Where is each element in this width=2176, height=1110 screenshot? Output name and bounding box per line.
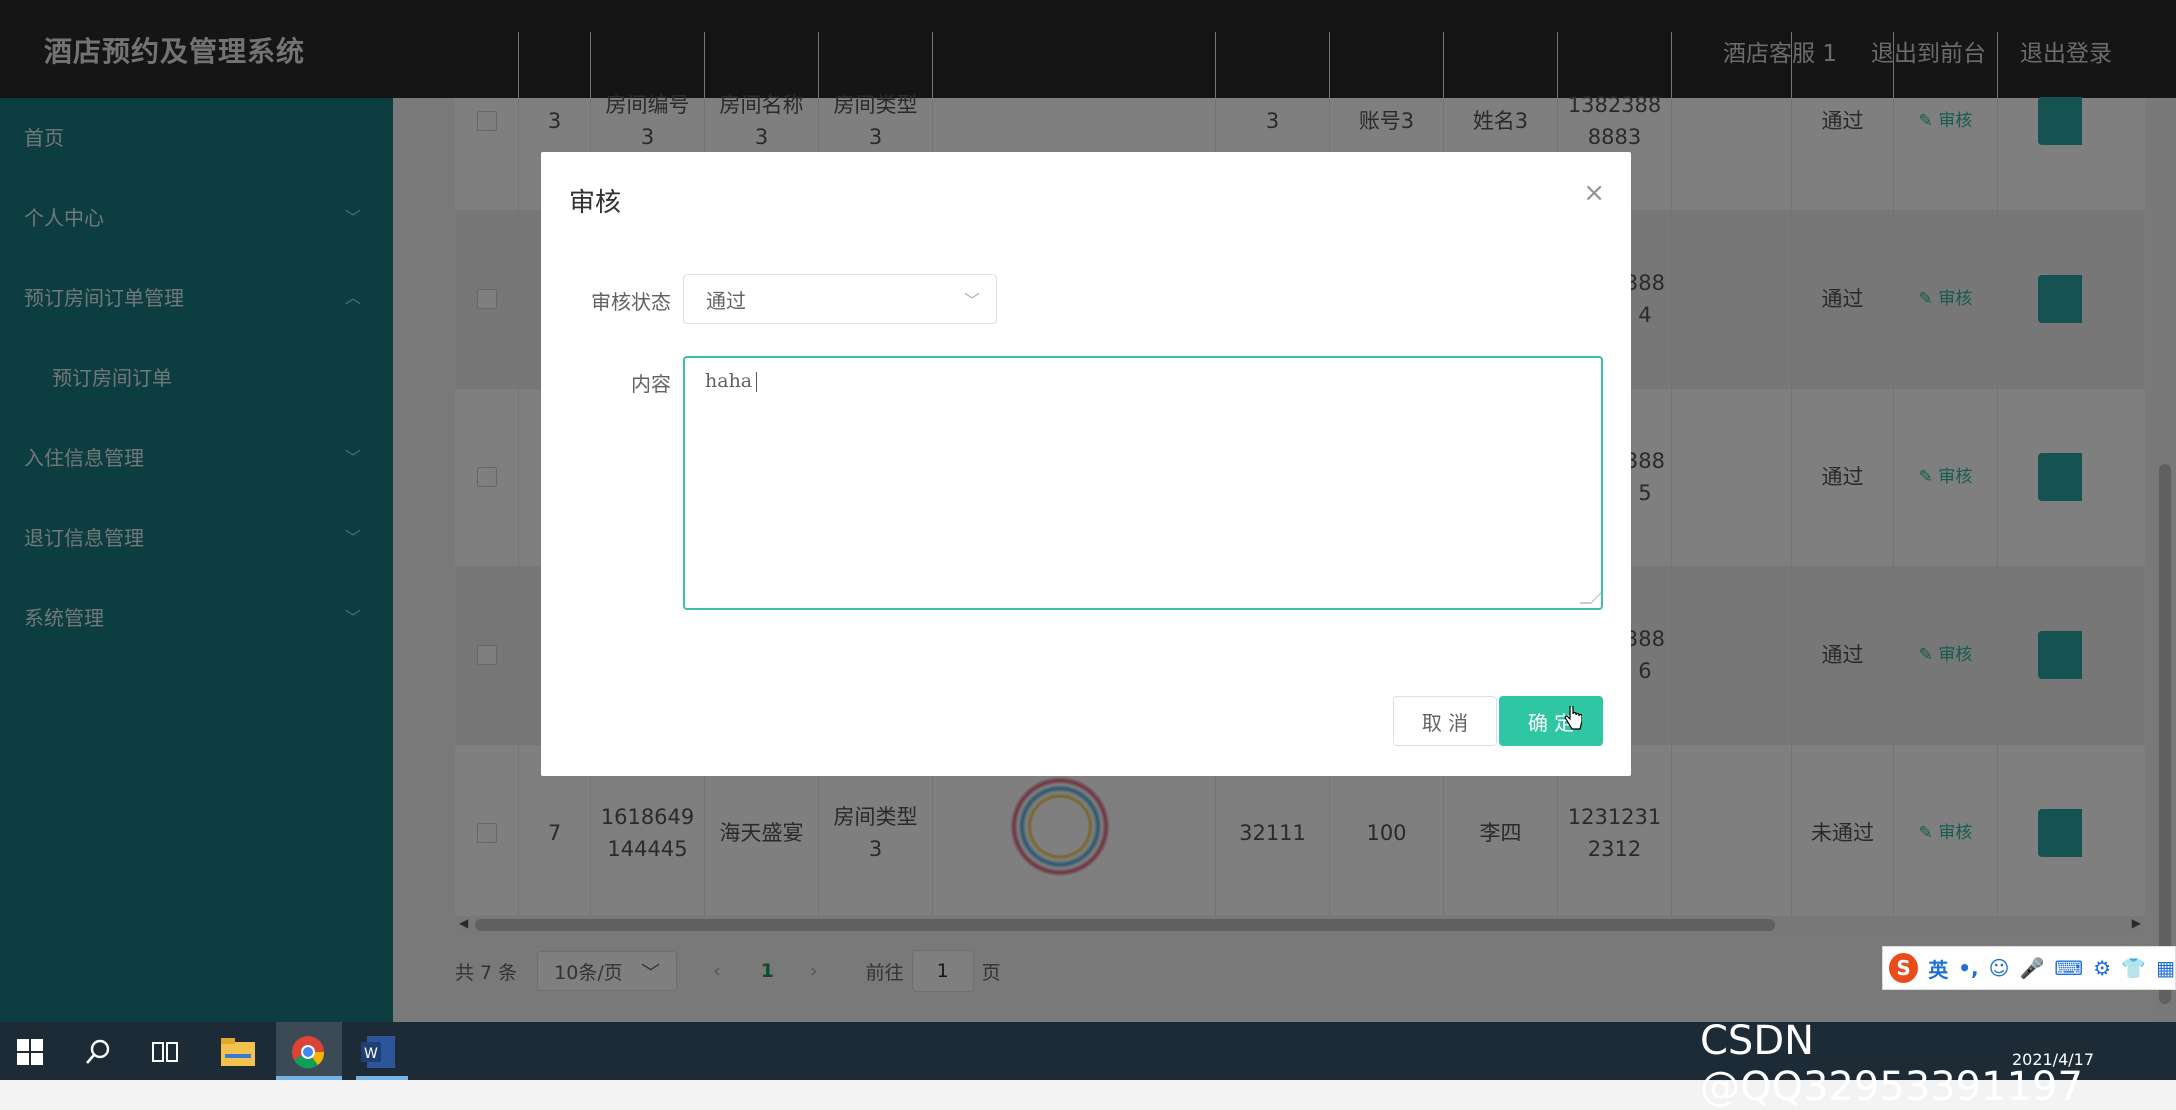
dialog-title: 审核 xyxy=(569,188,622,218)
status-label: 审核状态 xyxy=(591,290,671,314)
ime-toolbar: S 英 •, ☺ 🎤 ⌨ ⚙ 👕 ▦ xyxy=(1882,946,2176,990)
hand-cursor-icon xyxy=(1564,706,1582,730)
content-label: 内容 xyxy=(631,372,671,396)
resize-grip-icon[interactable] xyxy=(1579,592,1603,604)
windows-start-icon[interactable] xyxy=(12,1034,48,1070)
content-text: haha xyxy=(705,370,753,392)
chevron-down-icon: ﹀ xyxy=(963,291,980,310)
word-active-indicator xyxy=(356,1076,408,1080)
text-caret xyxy=(756,372,758,392)
chrome-active-indicator xyxy=(276,1076,342,1080)
chrome-icon[interactable] xyxy=(290,1034,326,1070)
punctuation-icon[interactable]: •, xyxy=(1958,956,1978,980)
grid-menu-icon[interactable]: ▦ xyxy=(2156,956,2175,980)
taskbar-date: 2021/4/17 xyxy=(2011,1050,2094,1069)
search-icon[interactable] xyxy=(80,1034,116,1070)
tools-icon[interactable]: ⚙ xyxy=(2093,956,2111,980)
ime-language-toggle[interactable]: 英 xyxy=(1928,954,1948,983)
csdn-watermark: CSDN @QQ32953391197 xyxy=(1700,1018,2083,1110)
sogou-logo-icon[interactable]: S xyxy=(1889,953,1919,983)
close-icon[interactable]: × xyxy=(1583,178,1605,208)
content-textarea[interactable]: haha xyxy=(683,356,1603,610)
task-view-icon[interactable] xyxy=(148,1034,184,1070)
file-explorer-icon[interactable] xyxy=(220,1034,256,1070)
status-select[interactable]: 通过 ﹀ xyxy=(683,274,997,324)
svg-text:W: W xyxy=(364,1046,378,1062)
audit-dialog: 审核 × 审核状态 通过 ﹀ 内容 haha 取 消 确 定 xyxy=(541,152,1631,776)
cancel-button[interactable]: 取 消 xyxy=(1393,696,1497,746)
skin-icon[interactable]: 👕 xyxy=(2121,956,2146,980)
emoji-icon[interactable]: ☺ xyxy=(1989,956,2010,980)
keyboard-icon[interactable]: ⌨ xyxy=(2054,956,2083,980)
microphone-icon[interactable]: 🎤 xyxy=(2019,956,2044,980)
word-icon[interactable]: W xyxy=(360,1034,396,1070)
status-select-value: 通过 xyxy=(706,288,746,313)
confirm-button[interactable]: 确 定 xyxy=(1499,696,1603,746)
